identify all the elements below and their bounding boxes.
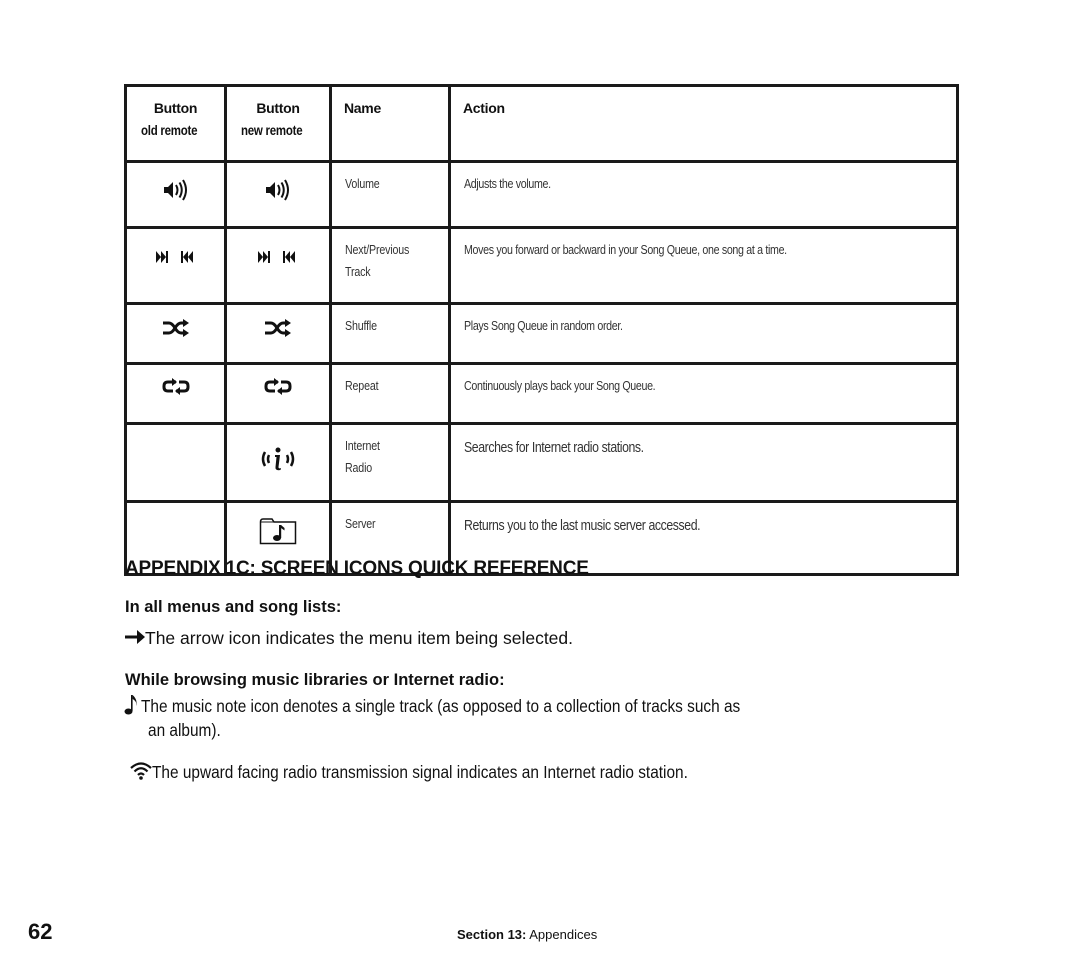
- music-note-icon: [124, 695, 137, 715]
- table-row: Next/Previous Track Moves you forward or…: [124, 226, 959, 305]
- volume-icon: [266, 179, 289, 201]
- next-previous-track-icon: [258, 251, 295, 263]
- name-text: Server: [345, 516, 376, 531]
- shuffle-icon: [162, 319, 189, 337]
- action-cell: Moves you forward or backward in your So…: [448, 226, 959, 305]
- name-cell: Shuffle: [329, 302, 451, 365]
- next-previous-track-icon: [155, 251, 193, 263]
- table-row: Repeat Continuously plays back your Song…: [124, 362, 959, 425]
- old-remote-cell: [124, 160, 227, 229]
- action-text: Continuously plays back your Song Queue.: [464, 378, 656, 393]
- volume-icon: [163, 179, 187, 201]
- button-reference-table: Button old remote Button new remote Name…: [124, 84, 959, 576]
- action-cell: Plays Song Queue in random order.: [448, 302, 959, 365]
- repeat-icon: [162, 378, 189, 395]
- name-text-line1: Next/Previous: [345, 242, 410, 257]
- header-old-remote-line1: Button: [153, 100, 198, 116]
- section-heading-browsing: While browsing music libraries or Intern…: [125, 671, 505, 689]
- action-text: Moves you forward or backward in your So…: [464, 242, 787, 257]
- table-row: Shuffle Plays Song Queue in random order…: [124, 302, 959, 365]
- new-remote-cell: [224, 160, 332, 229]
- header-old-remote-line2: old remote: [141, 122, 198, 138]
- music-note-description: The music note icon denotes a single tra…: [124, 694, 925, 742]
- action-cell: Adjusts the volume.: [448, 160, 959, 229]
- shuffle-icon: [265, 319, 291, 337]
- right-arrow-icon: [125, 630, 145, 645]
- internet-radio-icon: [261, 447, 295, 471]
- server-folder-music-icon: [259, 518, 297, 545]
- header-name: Name: [329, 84, 451, 163]
- action-cell: Searches for Internet radio stations.: [448, 422, 959, 503]
- table-header-row: Button old remote Button new remote Name…: [124, 84, 959, 163]
- table-row: Internet Radio Searches for Internet rad…: [124, 422, 959, 503]
- action-cell: Continuously plays back your Song Queue.: [448, 362, 959, 425]
- header-new-remote: Button new remote: [224, 84, 332, 163]
- header-new-remote-line2: new remote: [240, 122, 303, 138]
- footer-section-label: Section 13: Appendices: [457, 927, 597, 942]
- repeat-icon: [264, 378, 292, 395]
- appendix-title: APPENDIX 1C: SCREEN ICONS QUICK REFERENC…: [125, 558, 589, 579]
- action-text: Searches for Internet radio stations.: [464, 439, 644, 456]
- old-remote-cell: [124, 422, 227, 503]
- music-note-text-line1: The music note icon denotes a single tra…: [141, 696, 741, 716]
- name-cell: Internet Radio: [329, 422, 451, 503]
- name-text: Volume: [345, 176, 380, 191]
- name-cell: Repeat: [329, 362, 451, 425]
- action-text: Plays Song Queue in random order.: [464, 318, 623, 333]
- name-cell: Volume: [329, 160, 451, 229]
- name-text-line2: Radio: [345, 460, 373, 475]
- new-remote-cell: [224, 422, 332, 503]
- footer-section-number: Section 13:: [457, 927, 527, 942]
- name-cell: Next/Previous Track: [329, 226, 451, 305]
- footer-section-name: Appendices: [529, 927, 598, 942]
- music-note-text-line2: an album).: [148, 720, 221, 740]
- name-text: Repeat: [345, 378, 379, 393]
- new-remote-cell: [224, 226, 332, 305]
- header-action: Action: [448, 84, 959, 163]
- old-remote-cell: [124, 226, 227, 305]
- arrow-icon-text: The arrow icon indicates the menu item b…: [145, 628, 574, 648]
- action-text: Adjusts the volume.: [464, 176, 551, 191]
- radio-signal-description: The upward facing radio transmission sig…: [130, 760, 761, 784]
- new-remote-cell: [224, 302, 332, 365]
- name-text-line1: Internet: [345, 438, 380, 453]
- name-text-line2: Track: [345, 264, 371, 279]
- table-row: Volume Adjusts the volume.: [124, 160, 959, 229]
- radio-signal-text: The upward facing radio transmission sig…: [152, 762, 688, 782]
- header-new-remote-line1: Button: [256, 100, 300, 116]
- arrow-icon-description: The arrow icon indicates the menu item b…: [125, 626, 573, 650]
- name-text: Shuffle: [345, 318, 377, 333]
- new-remote-cell: [224, 362, 332, 425]
- page-number: 62: [28, 919, 53, 944]
- header-old-remote: Button old remote: [124, 84, 227, 163]
- old-remote-cell: [124, 362, 227, 425]
- radio-signal-icon: [130, 762, 152, 781]
- old-remote-cell: [124, 302, 227, 365]
- section-heading-menus: In all menus and song lists:: [125, 598, 342, 616]
- action-text: Returns you to the last music server acc…: [464, 517, 701, 534]
